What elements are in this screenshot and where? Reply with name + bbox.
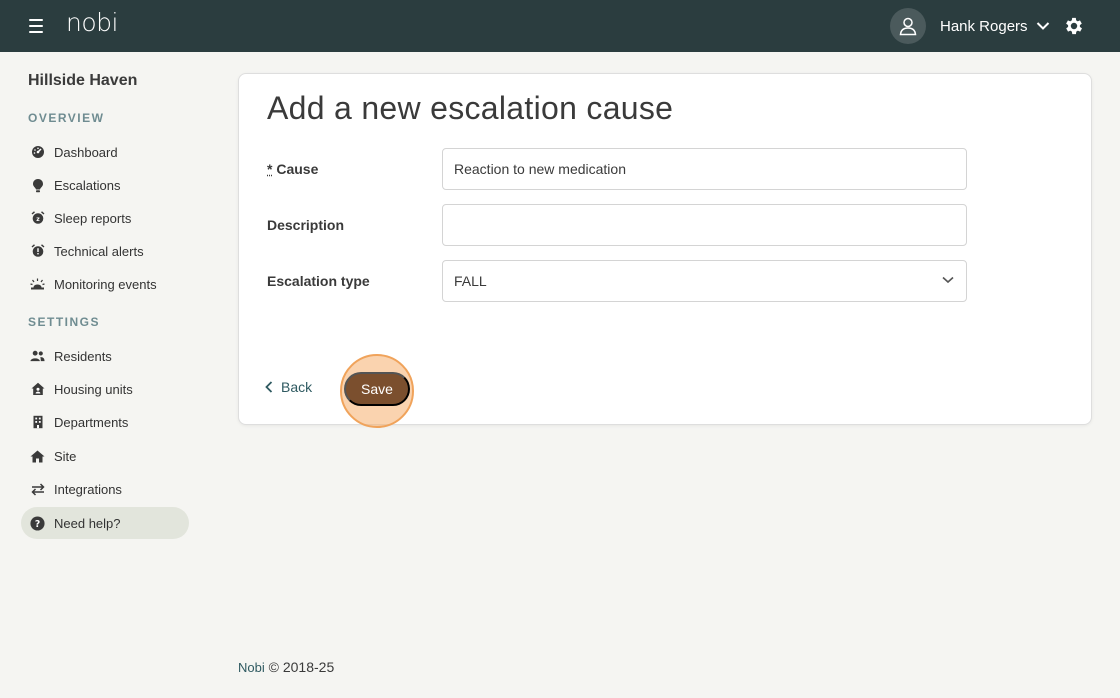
app-logo[interactable]: nobi xyxy=(66,8,118,37)
chevron-left-icon xyxy=(265,381,273,393)
user-icon xyxy=(899,17,917,36)
page-title: Add a new escalation cause xyxy=(267,90,674,126)
gear-icon[interactable] xyxy=(1063,15,1085,37)
escalation-type-select[interactable]: FALL xyxy=(442,260,967,302)
technical-alerts-icon xyxy=(30,244,45,259)
section-label-overview: OVERVIEW xyxy=(28,111,105,125)
sidebar-item-departments[interactable]: Departments xyxy=(21,406,189,438)
escalations-icon xyxy=(30,178,45,193)
cause-input[interactable]: Reaction to new medication xyxy=(442,148,967,190)
sidebar-item-label: Technical alerts xyxy=(54,243,144,259)
chevron-down-icon xyxy=(942,276,954,284)
chevron-down-icon[interactable] xyxy=(1036,21,1050,31)
sidebar-item-label: Residents xyxy=(54,348,112,364)
departments-icon xyxy=(30,415,45,430)
housing-units-icon xyxy=(30,382,45,397)
sidebar-item-housing-units[interactable]: Housing units xyxy=(21,373,189,405)
cause-input-value: Reaction to new medication xyxy=(454,161,626,177)
sidebar-item-label: Integrations xyxy=(54,481,122,497)
cause-label-text: Cause xyxy=(276,161,319,177)
sidebar-item-label: Housing units xyxy=(54,381,133,397)
site-icon xyxy=(30,449,45,464)
description-label: Description xyxy=(267,217,345,233)
residents-icon xyxy=(30,349,45,364)
sleep-reports-icon: z xyxy=(30,211,45,226)
dashboard-icon xyxy=(30,145,45,160)
sidebar-item-label: Departments xyxy=(54,414,129,430)
sidebar-item-label: Escalations xyxy=(54,177,121,193)
sidebar-item-residents[interactable]: Residents xyxy=(21,340,189,372)
top-bar: nobi Hank Rogers xyxy=(0,0,1120,52)
back-label: Back xyxy=(281,379,313,395)
integrations-icon xyxy=(30,482,45,497)
sidebar-item-label: Sleep reports xyxy=(54,210,132,226)
menu-icon[interactable] xyxy=(29,19,43,33)
sidebar-item-label: Site xyxy=(54,448,77,464)
escalation-type-value: FALL xyxy=(454,273,487,289)
sidebar-item-label: Need help? xyxy=(54,515,121,531)
footer: Nobi © 2018-25 xyxy=(238,659,334,675)
sidebar-item-monitoring-events[interactable]: Monitoring events xyxy=(21,268,189,300)
sidebar-item-escalations[interactable]: Escalations xyxy=(21,169,189,201)
footer-brand-link[interactable]: Nobi xyxy=(238,660,265,675)
svg-text:?: ? xyxy=(35,518,40,529)
user-menu[interactable]: Hank Rogers xyxy=(890,8,1050,44)
sidebar-item-label: Monitoring events xyxy=(54,276,157,292)
footer-copyright: © 2018-25 xyxy=(268,659,335,675)
sidebar-item-site[interactable]: Site xyxy=(21,440,189,472)
sidebar-item-dashboard[interactable]: Dashboard xyxy=(21,136,189,168)
description-input[interactable] xyxy=(442,204,967,246)
sidebar-item-integrations[interactable]: Integrations xyxy=(21,473,189,505)
escalation-cause-form: Add a new escalation cause * Cause React… xyxy=(238,73,1092,428)
cause-label: * Cause xyxy=(267,161,318,177)
sidebar-item-technical-alerts[interactable]: Technical alerts xyxy=(21,235,189,267)
help-icon: ? xyxy=(30,515,45,531)
svg-text:z: z xyxy=(36,216,40,223)
sidebar-item-need-help[interactable]: ? Need help? xyxy=(21,507,189,539)
escalation-type-label: Escalation type xyxy=(267,273,370,289)
back-button[interactable]: Back xyxy=(265,379,312,395)
avatar[interactable] xyxy=(890,8,926,44)
user-name[interactable]: Hank Rogers xyxy=(940,18,1028,35)
site-name: Hillside Haven xyxy=(28,72,138,89)
sidebar-item-sleep-reports[interactable]: z Sleep reports xyxy=(21,202,189,234)
save-button[interactable]: Save xyxy=(344,372,410,406)
required-mark: * xyxy=(267,161,273,177)
monitoring-events-icon xyxy=(30,277,45,292)
sidebar-item-label: Dashboard xyxy=(54,144,118,160)
section-label-settings: SETTINGS xyxy=(28,315,101,329)
